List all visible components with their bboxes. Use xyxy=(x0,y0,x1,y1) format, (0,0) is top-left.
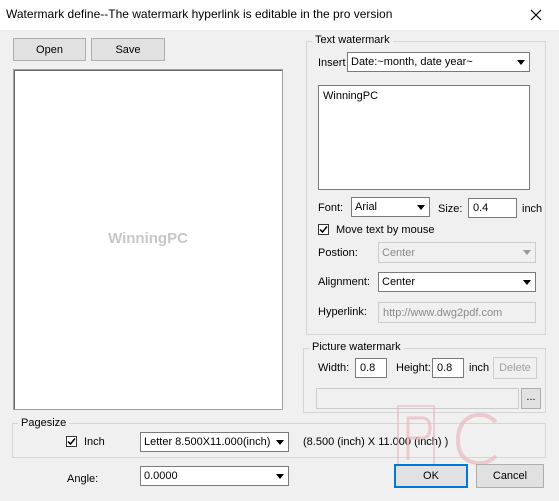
page-size-select-value: Letter 8.500X11.000(inch) xyxy=(144,436,271,448)
position-label: Postion: xyxy=(318,247,358,259)
pagesize-group-label: Pagesize xyxy=(18,417,70,429)
save-button[interactable]: Save xyxy=(91,38,165,61)
close-icon xyxy=(530,9,542,21)
hyperlink-input[interactable]: http://www.dwg2pdf.com xyxy=(378,302,536,323)
move-text-checkbox[interactable] xyxy=(318,224,329,235)
size-input[interactable]: 0.4 xyxy=(468,198,517,218)
text-watermark-group-label: Text watermark xyxy=(312,34,393,46)
insert-select[interactable]: Date:~month, date year~ xyxy=(347,52,530,72)
position-select-value: Center xyxy=(382,246,416,259)
alignment-select[interactable]: Center xyxy=(378,272,536,292)
inch-label: Inch xyxy=(84,436,105,448)
size-unit-label: inch xyxy=(522,203,543,215)
angle-select-value: 0.0000 xyxy=(144,470,178,482)
height-input[interactable]: 0.8 xyxy=(432,358,464,378)
width-label: Width: xyxy=(318,362,350,374)
width-input[interactable]: 0.8 xyxy=(355,358,387,378)
font-select-value: Arial xyxy=(355,201,378,213)
ok-button[interactable]: OK xyxy=(394,464,468,488)
chevron-down-icon[interactable] xyxy=(272,433,288,451)
cancel-button[interactable]: Cancel xyxy=(476,464,544,488)
height-label: Height: xyxy=(396,362,431,374)
hyperlink-label: Hyperlink: xyxy=(318,306,367,318)
window-title: Watermark define--The watermark hyperlin… xyxy=(6,7,393,21)
alignment-select-value: Center xyxy=(382,276,416,288)
inch-checkbox[interactable] xyxy=(66,436,77,447)
position-select[interactable]: Center xyxy=(378,242,536,263)
move-text-label: Move text by mouse xyxy=(336,224,435,236)
browse-button[interactable]: ... xyxy=(521,388,541,409)
font-select[interactable]: Arial xyxy=(351,197,430,217)
page-size-select[interactable]: Letter 8.500X11.000(inch) xyxy=(140,432,289,452)
picture-watermark-group-label: Picture watermark xyxy=(309,341,404,353)
alignment-label: Alignment: xyxy=(318,276,370,288)
checkmark-icon xyxy=(319,226,328,234)
chevron-down-icon[interactable] xyxy=(413,198,429,216)
chevron-down-icon[interactable] xyxy=(513,53,529,71)
preview-watermark-text: WinningPC xyxy=(108,230,188,247)
angle-select[interactable]: 0.0000 xyxy=(140,466,289,486)
font-label: Font: xyxy=(318,202,344,214)
watermark-text-value: WinningPC xyxy=(323,90,379,102)
open-button[interactable]: Open xyxy=(13,38,86,61)
insert-select-value: Date:~month, date year~ xyxy=(351,56,473,68)
insert-label: Insert xyxy=(318,57,346,69)
size-label: Size: xyxy=(438,203,463,215)
angle-label: Angle: xyxy=(67,473,99,485)
chevron-down-icon[interactable] xyxy=(519,273,535,291)
chevron-down-icon[interactable] xyxy=(519,243,535,262)
watermark-text-area[interactable]: WinningPC xyxy=(318,85,530,190)
picture-unit-label: inch xyxy=(469,362,490,374)
close-button[interactable] xyxy=(517,2,555,28)
chevron-down-icon[interactable] xyxy=(272,467,288,485)
delete-button[interactable]: Delete xyxy=(493,357,537,379)
page-preview[interactable]: WinningPC xyxy=(13,69,283,410)
checkmark-icon xyxy=(67,438,76,446)
